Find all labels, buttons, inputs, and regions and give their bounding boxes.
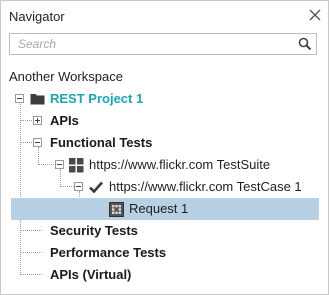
apis-virtual-label: APIs (Virtual) <box>50 267 132 282</box>
tree-item-request[interactable]: Request 1 <box>11 198 319 220</box>
tree-item-security-tests[interactable]: Security Tests <box>1 220 321 242</box>
navigator-panel: Navigator Another Workspace <box>0 0 329 295</box>
request-icon <box>109 202 124 217</box>
tree-item-test-case[interactable]: https://www.flickr.com TestCase 1 <box>1 176 321 198</box>
tree-item-apis-virtual[interactable]: APIs (Virtual) <box>1 264 321 286</box>
collapse-toggle[interactable] <box>15 94 24 103</box>
apis-label: APIs <box>50 113 79 128</box>
tree-item-project[interactable]: REST Project 1 <box>1 88 321 110</box>
tree-item-performance-tests[interactable]: Performance Tests <box>1 242 321 264</box>
functional-tests-label: Functional Tests <box>50 135 153 150</box>
tree-item-apis[interactable]: APIs <box>1 110 321 132</box>
test-suite-grid-icon <box>69 158 84 173</box>
test-suite-label: https://www.flickr.com TestSuite <box>89 157 271 172</box>
performance-tests-label: Performance Tests <box>50 245 167 260</box>
collapse-toggle[interactable] <box>55 160 64 169</box>
tree-item-functional-tests[interactable]: Functional Tests <box>1 132 321 154</box>
security-tests-label: Security Tests <box>50 223 138 238</box>
collapse-toggle[interactable] <box>74 182 83 191</box>
collapse-toggle[interactable] <box>33 138 42 147</box>
project-label: REST Project 1 <box>50 91 144 106</box>
tree-item-test-suite[interactable]: https://www.flickr.com TestSuite <box>1 154 321 176</box>
folder-icon <box>30 94 45 105</box>
expand-toggle[interactable] <box>33 116 42 125</box>
test-case-label: https://www.flickr.com TestCase 1 <box>109 179 302 194</box>
checkmark-icon <box>89 181 103 193</box>
navigator-tree: REST Project 1 APIs Functional Tests htt… <box>1 1 328 294</box>
request-label: Request 1 <box>129 201 189 216</box>
